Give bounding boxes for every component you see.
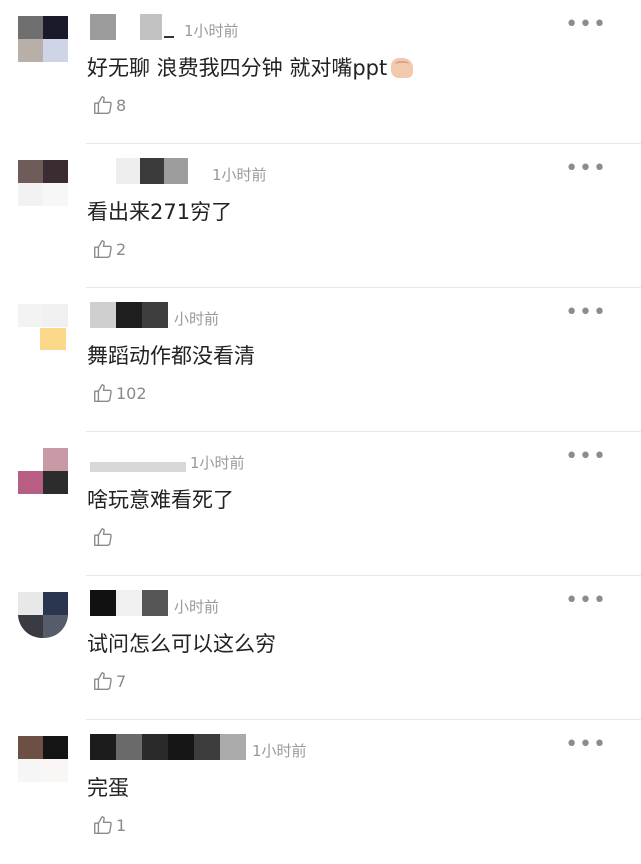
comment-item: 1小时前 ••• 看出来271穷了 2 (0, 144, 641, 288)
thumbs-up-icon (94, 672, 112, 690)
avatar[interactable] (18, 16, 68, 62)
avatar[interactable] (18, 160, 68, 206)
avatar[interactable] (18, 304, 68, 350)
more-options-icon[interactable]: ••• (565, 158, 607, 180)
username-mosaic[interactable] (90, 14, 180, 40)
comment-time: 小时前 (174, 310, 220, 328)
fist-icon (391, 58, 414, 78)
comment-text: 舞蹈动作都没看清 (87, 344, 255, 368)
more-options-icon[interactable]: ••• (565, 446, 607, 468)
like-button[interactable]: 1 (92, 812, 126, 838)
comment-text: 好无聊 浪费我四分钟 就对嘴ppt (87, 52, 414, 82)
like-count: 102 (116, 383, 147, 403)
comment-item: 小时前 ••• 试问怎么可以这么穷 7 (0, 576, 641, 720)
avatar[interactable] (18, 592, 68, 638)
comment-text: 完蛋 (87, 776, 129, 800)
like-count: 8 (116, 95, 127, 115)
avatar[interactable] (18, 448, 68, 494)
like-count: 1 (116, 815, 127, 835)
thumbs-up-icon (94, 96, 112, 114)
more-options-icon[interactable]: ••• (565, 14, 607, 36)
comment-item: 1小时前 ••• 啥玩意难看死了 (0, 432, 641, 576)
like-count: 7 (116, 671, 127, 691)
more-options-icon[interactable]: ••• (565, 590, 607, 612)
username-mosaic[interactable] (90, 590, 170, 616)
more-options-icon[interactable]: ••• (565, 734, 607, 756)
thumbs-up-icon (94, 528, 112, 546)
comment-text: 看出来271穷了 (87, 200, 233, 224)
comment-item: 1小时前 ••• 完蛋 1 (0, 720, 641, 864)
thumbs-up-icon (94, 240, 112, 258)
comment-text: 试问怎么可以这么穷 (87, 632, 276, 656)
like-count: 2 (116, 239, 127, 259)
like-button[interactable]: 8 (92, 92, 126, 118)
like-button[interactable]: 2 (92, 236, 126, 262)
comment-item: 1小时前 ••• 好无聊 浪费我四分钟 就对嘴ppt 8 (0, 0, 641, 144)
like-button[interactable]: 102 (92, 380, 147, 406)
thumbs-up-icon (94, 384, 112, 402)
comment-time: 1小时前 (190, 454, 245, 472)
comment-time: 小时前 (174, 598, 220, 616)
username-mosaic[interactable] (90, 302, 170, 328)
comment-time: 1小时前 (252, 742, 307, 760)
username-mosaic[interactable] (90, 446, 190, 472)
comment-time: 1小时前 (184, 22, 239, 40)
more-options-icon[interactable]: ••• (565, 302, 607, 324)
avatar[interactable] (18, 736, 68, 782)
comment-item: 小时前 ••• 舞蹈动作都没看清 102 (0, 288, 641, 432)
comment-time: 1小时前 (212, 166, 267, 184)
username-mosaic[interactable] (116, 158, 206, 184)
like-button[interactable]: 7 (92, 668, 126, 694)
like-button[interactable] (92, 524, 116, 550)
comment-text: 啥玩意难看死了 (87, 488, 234, 512)
username-mosaic[interactable] (90, 734, 250, 760)
thumbs-up-icon (94, 816, 112, 834)
